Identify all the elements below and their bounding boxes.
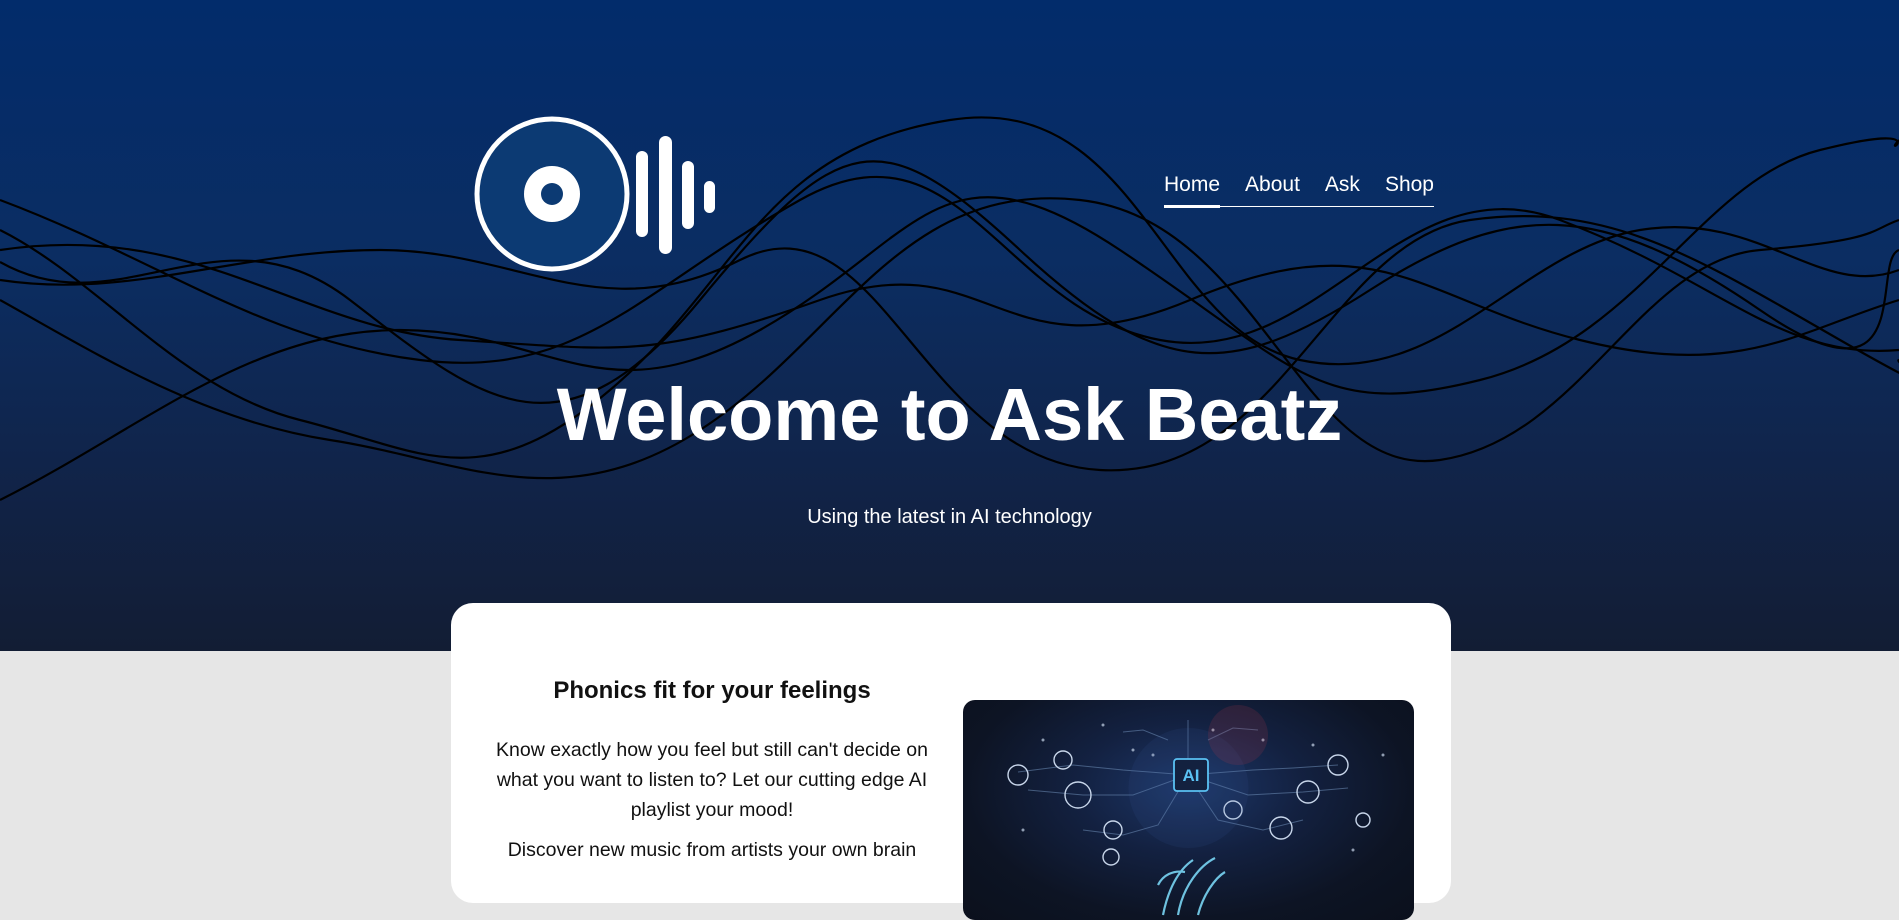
main-nav: Home About Ask Shop [1164,172,1434,208]
ai-illustration-image: AI [963,700,1414,920]
feature-card: Phonics fit for your feelings Know exact… [451,603,1451,920]
nav-link-ask[interactable]: Ask [1325,172,1360,198]
feature-heading: Phonics fit for your feelings [553,677,871,704]
feature-text: Phonics fit for your feelings Know exact… [487,675,937,875]
ai-network-illustration: AI [1007,705,1385,916]
nav-link-home[interactable]: Home [1164,172,1221,208]
feature-paragraph-2: Discover new music from artists your own… [507,839,917,861]
hero-section: Home About Ask Shop Welcome to Ask Beatz… [0,0,1899,651]
hero-title: Welcome to Ask Beatz [556,373,1343,456]
nav-link-shop[interactable]: Shop [1385,172,1434,198]
site-logo[interactable] [474,116,720,276]
nav-link-about[interactable]: About [1245,172,1300,198]
soundwave-background [0,116,1899,501]
vinyl-soundwave-logo-icon [474,116,715,272]
hero-subtitle: Using the latest in AI technology [807,506,1092,528]
feature-paragraph: Know exactly how you feel but still can'… [496,739,928,821]
